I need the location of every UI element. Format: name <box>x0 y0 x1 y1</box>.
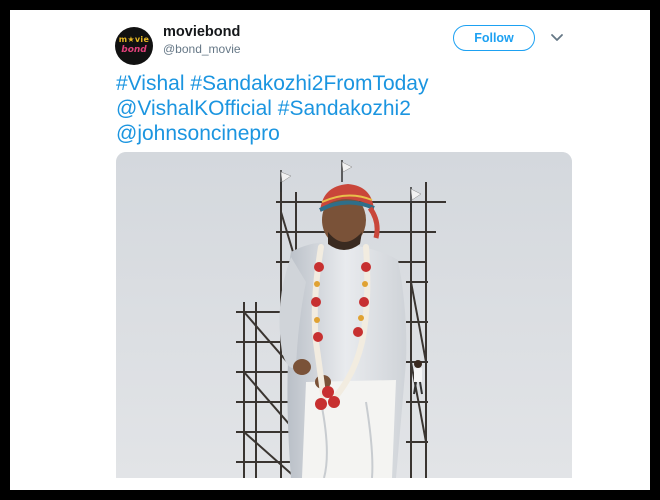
author-handle[interactable]: @bond_movie <box>163 42 241 56</box>
follow-button[interactable]: Follow <box>453 25 535 51</box>
photo-image <box>116 152 572 478</box>
tweet-text-line-3: @johnsoncinepro <box>116 121 576 146</box>
avatar-logo-bottom: bond <box>121 45 147 55</box>
tweet-text-line-1: #Vishal #Sandakozhi2FromToday <box>116 71 576 96</box>
tweet-photo[interactable] <box>116 152 572 478</box>
author-display-name[interactable]: moviebond <box>163 24 240 40</box>
hashtag-link-sandakozhi2[interactable]: #Sandakozhi2 <box>278 97 411 120</box>
tweet-embed-card: m★vie bond moviebond @bond_movie Follow … <box>10 10 650 490</box>
avatar-logo-top: m★vie <box>118 35 150 44</box>
tweet-text: #Vishal #Sandakozhi2FromToday @VishalKOf… <box>116 71 576 146</box>
hashtag-link-vishal[interactable]: #Vishal <box>116 72 185 95</box>
author-avatar[interactable]: m★vie bond <box>115 27 153 65</box>
chevron-down-icon[interactable] <box>550 33 564 43</box>
mention-link-vishalkofficial[interactable]: @VishalKOfficial <box>116 97 272 120</box>
hashtag-link-sandakozhi2fromtoday[interactable]: #Sandakozhi2FromToday <box>190 72 428 95</box>
tweet-text-line-2: @VishalKOfficial #Sandakozhi2 <box>116 96 576 121</box>
mention-link-johnsoncinepro[interactable]: @johnsoncinepro <box>116 122 280 145</box>
